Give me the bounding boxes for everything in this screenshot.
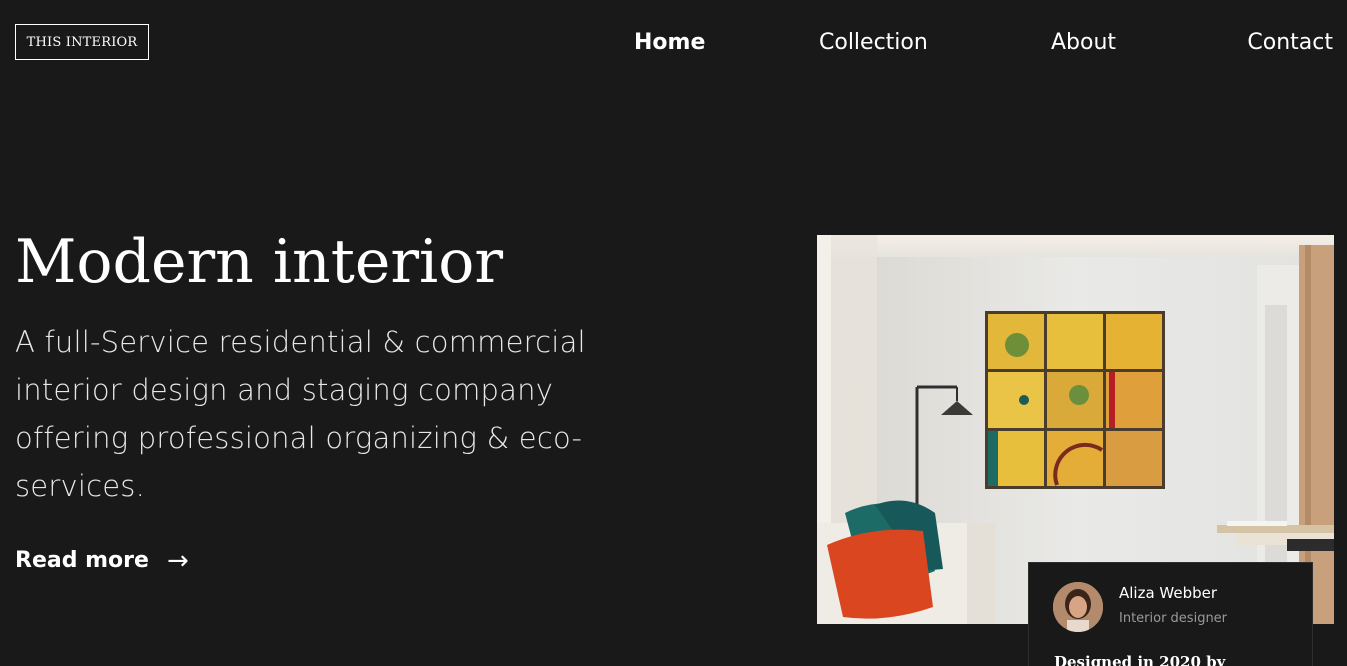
hero-title: Modern interior	[15, 227, 503, 297]
read-more-link[interactable]: Read more →	[15, 545, 189, 577]
designer-card[interactable]: Aliza Webber Interior designer Designed …	[1028, 562, 1313, 666]
nav-item-about[interactable]: About	[1051, 27, 1116, 59]
right-arrow-icon: →	[166, 546, 189, 576]
designer-name: Aliza Webber	[1119, 584, 1218, 602]
avatar	[1053, 582, 1103, 632]
hero-description: A full-Service residential & commercial …	[15, 325, 586, 503]
nav-item-home[interactable]: Home	[634, 27, 705, 59]
read-more-label: Read more	[15, 548, 149, 573]
designed-by-text: Designed in 2020 by	[1054, 653, 1226, 666]
nav-item-collection[interactable]: Collection	[819, 27, 928, 59]
nav-item-contact[interactable]: Contact	[1247, 27, 1333, 59]
main-nav: Home Collection About Contact	[0, 27, 1347, 59]
designer-role: Interior designer	[1119, 611, 1228, 626]
